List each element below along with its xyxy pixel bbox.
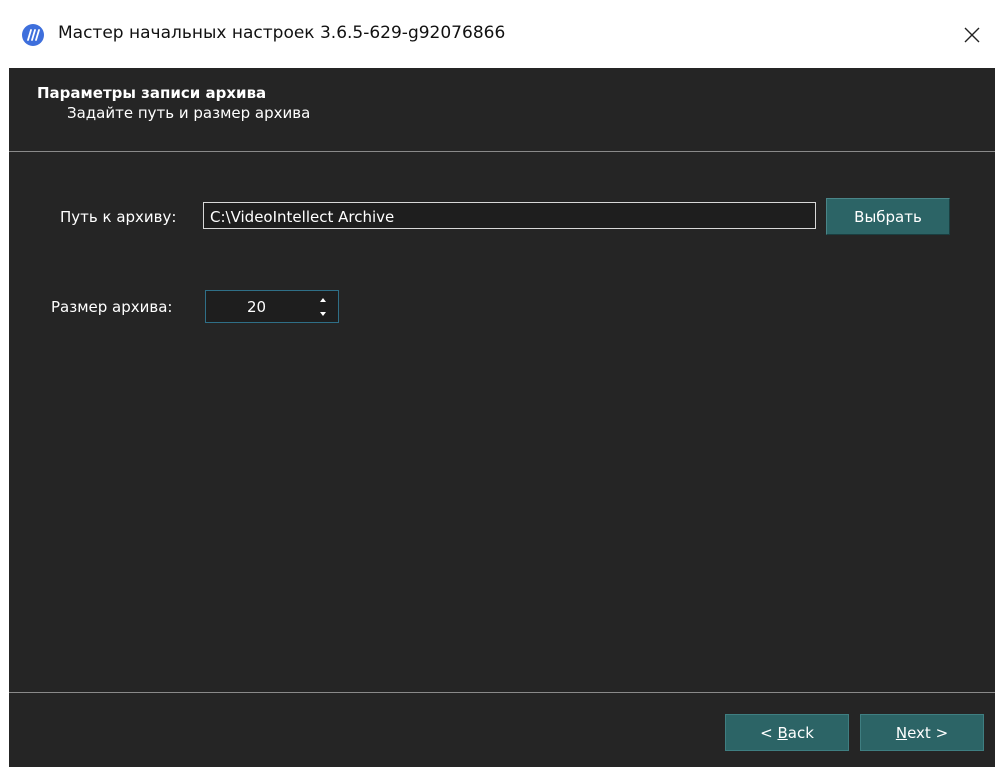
- next-button-rest: ext >: [907, 723, 949, 742]
- archive-path-input[interactable]: [203, 202, 816, 229]
- spin-down-icon[interactable]: [320, 311, 326, 316]
- wizard-page: [9, 68, 995, 767]
- close-icon[interactable]: [964, 27, 980, 43]
- archive-size-value[interactable]: 20: [247, 298, 266, 316]
- title-bar: Мастер начальных настроек 3.6.5-629-g920…: [0, 0, 995, 68]
- back-button-prefix: <: [760, 723, 778, 742]
- app-logo-icon: [22, 24, 44, 46]
- page-subtitle: Задайте путь и размер архива: [67, 104, 311, 122]
- archive-path-label: Путь к архиву:: [60, 208, 177, 226]
- header-divider: [9, 151, 995, 152]
- archive-size-spinbox[interactable]: 20: [205, 290, 339, 323]
- back-button-mnemonic: B: [777, 723, 788, 742]
- window-title: Мастер начальных настроек 3.6.5-629-g920…: [58, 23, 506, 43]
- spin-up-button[interactable]: [312, 293, 334, 306]
- close-button[interactable]: [949, 14, 995, 56]
- spin-up-icon[interactable]: [320, 297, 326, 302]
- next-button[interactable]: Next >: [860, 714, 984, 751]
- page-title: Параметры записи архива: [37, 84, 267, 102]
- next-button-mnemonic: N: [895, 723, 908, 742]
- spin-down-button[interactable]: [312, 307, 334, 320]
- back-button[interactable]: < Back: [725, 714, 849, 751]
- archive-size-label: Размер архива:: [51, 298, 173, 316]
- footer-divider: [9, 692, 995, 693]
- browse-button[interactable]: Выбрать: [826, 198, 950, 235]
- setup-wizard-window: Мастер начальных настроек 3.6.5-629-g920…: [0, 0, 995, 767]
- back-button-rest: ack: [787, 723, 814, 742]
